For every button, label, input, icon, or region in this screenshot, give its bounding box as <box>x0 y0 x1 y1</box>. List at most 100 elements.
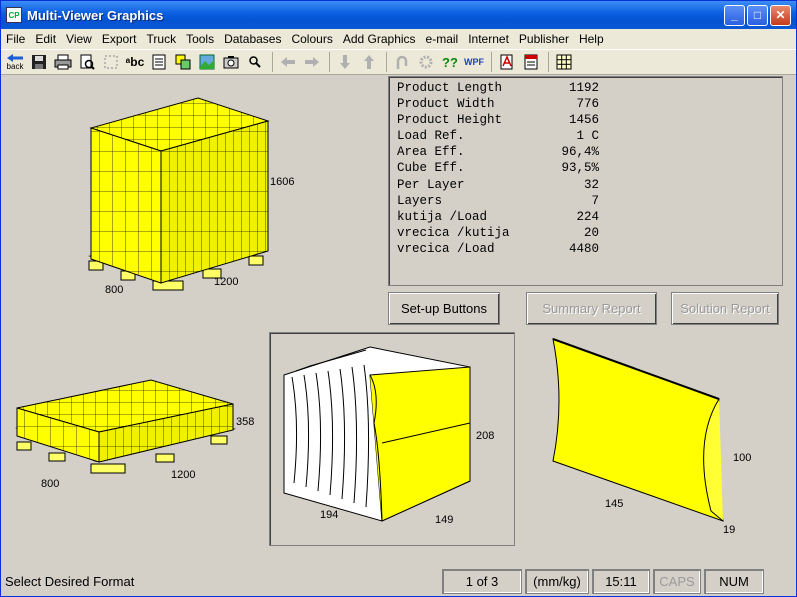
copy-boxes-icon <box>175 54 191 70</box>
title-bar[interactable]: CP Multi-Viewer Graphics _ □ ✕ <box>1 1 796 29</box>
menu-export[interactable]: Export <box>97 32 142 46</box>
case-contents-view[interactable]: 208 194 149 <box>269 332 515 546</box>
info-row: Product Width 776 <box>397 96 774 112</box>
status-message: Select Desired Format <box>5 574 135 589</box>
info-value: 224 <box>576 209 599 224</box>
info-label: Load Ref. <box>397 129 465 144</box>
rotate-button[interactable] <box>391 51 413 73</box>
status-caps: CAPS <box>653 569 701 594</box>
image-button[interactable] <box>196 51 218 73</box>
menu-add-graphics[interactable]: Add Graphics <box>338 32 421 46</box>
info-row: vrecica /kutija 20 <box>397 225 774 241</box>
print-button[interactable] <box>52 51 74 73</box>
arrow-down-icon <box>340 55 350 69</box>
info-row: Product Height 1456 <box>397 112 774 128</box>
toolbar-separator <box>329 52 330 72</box>
close-button[interactable]: ✕ <box>770 4 791 26</box>
layer-pallet-view[interactable]: 358 800 1200 <box>11 366 261 496</box>
layer-pallet-drawing: 358 800 1200 <box>15 379 254 490</box>
grid-icon <box>556 54 572 70</box>
info-label: Layers <box>397 193 443 208</box>
print-preview-icon <box>80 54 95 70</box>
back-button[interactable]: back <box>4 51 26 73</box>
full-pallet-drawing: 1606 800 1200 <box>88 97 294 296</box>
notepad-icon <box>152 54 166 70</box>
maximize-button[interactable]: □ <box>747 4 768 26</box>
app-icon[interactable]: CP <box>6 7 22 23</box>
picture-icon <box>199 54 215 70</box>
floppy-icon <box>32 55 46 69</box>
wpf-button[interactable]: WPF <box>463 51 485 73</box>
info-row: Area Eff. 96,4% <box>397 144 774 160</box>
menu-internet[interactable]: Internet <box>463 32 514 46</box>
zoom-button[interactable] <box>244 51 266 73</box>
rotate-icon <box>396 55 408 69</box>
menu-help[interactable]: Help <box>574 32 609 46</box>
info-value: 1192 <box>568 81 599 95</box>
solution-report-button[interactable]: Solution Report <box>671 292 779 325</box>
minimize-button[interactable]: _ <box>724 4 745 26</box>
layer-pallet-height-label: 358 <box>236 416 254 428</box>
case-contents-drawing: 208 194 149 <box>283 346 494 526</box>
info-value: 7 <box>591 193 599 208</box>
layer-pallet-length-label: 1200 <box>171 469 195 481</box>
bag-view[interactable]: 100 145 19 <box>543 331 773 541</box>
info-value: 93,5% <box>561 161 599 176</box>
arrow-left-icon <box>281 57 295 67</box>
info-value: 1456 <box>568 113 599 128</box>
camera-button[interactable] <box>220 51 242 73</box>
menu-colours[interactable]: Colours <box>286 32 337 46</box>
bag-drawing: 100 145 19 <box>552 338 751 536</box>
bag-length-label: 145 <box>605 498 623 510</box>
spelling-button[interactable]: ᵃbc <box>124 51 146 73</box>
settings-button[interactable] <box>415 51 437 73</box>
status-num: NUM <box>704 569 764 594</box>
menu-databases[interactable]: Databases <box>219 32 286 46</box>
arrow-left-button[interactable] <box>277 51 299 73</box>
menu-file[interactable]: File <box>1 32 30 46</box>
pdf-button[interactable] <box>496 51 518 73</box>
save-button[interactable] <box>28 51 50 73</box>
menu-truck[interactable]: Truck <box>142 32 182 46</box>
menu-view[interactable]: View <box>61 32 97 46</box>
info-row: kutija /Load 224 <box>397 209 774 225</box>
layout-grid-button[interactable] <box>553 51 575 73</box>
case-length-label: 194 <box>320 509 338 521</box>
setup-buttons-button[interactable]: Set-up Buttons <box>388 292 500 325</box>
info-row: Product Length 1192 <box>397 80 774 96</box>
print-preview-button[interactable] <box>76 51 98 73</box>
notes-button[interactable] <box>148 51 170 73</box>
help-button[interactable]: ?? <box>439 51 461 73</box>
camera-icon <box>223 56 239 69</box>
pdf-icon <box>500 54 513 70</box>
info-label: Cube Eff. <box>397 161 465 176</box>
grid-select-button[interactable] <box>100 51 122 73</box>
copy-button[interactable] <box>172 51 194 73</box>
full-pallet-height-label: 1606 <box>270 176 294 188</box>
arrow-right-button[interactable] <box>301 51 323 73</box>
arrow-right-icon <box>305 57 319 67</box>
info-value: 96,4% <box>561 145 599 160</box>
arrow-up-button[interactable] <box>358 51 380 73</box>
info-value: 20 <box>583 225 599 240</box>
report-button[interactable] <box>520 51 542 73</box>
menu-edit[interactable]: Edit <box>30 32 61 46</box>
menu-bar: File Edit View Export Truck Tools Databa… <box>1 29 796 49</box>
menu-email[interactable]: e-mail <box>421 32 464 46</box>
toolbar-separator <box>491 52 492 72</box>
toolbar-separator <box>548 52 549 72</box>
arrow-up-icon <box>364 55 374 69</box>
back-label: back <box>6 62 24 71</box>
case-height-label: 208 <box>476 430 494 442</box>
summary-report-button[interactable]: Summary Report <box>526 292 657 325</box>
full-pallet-length-label: 1200 <box>214 276 238 288</box>
info-row: Load Ref. 1 C <box>397 128 774 144</box>
menu-tools[interactable]: Tools <box>181 32 219 46</box>
full-pallet-depth-label: 800 <box>105 284 123 296</box>
info-label: Per Layer <box>397 177 465 192</box>
client-area: 1606 800 1200 Product Length 1192 Product… <box>3 76 794 566</box>
arrow-down-button[interactable] <box>334 51 356 73</box>
info-value: 32 <box>583 177 599 192</box>
full-pallet-view[interactable]: 1606 800 1200 <box>73 91 333 301</box>
menu-publisher[interactable]: Publisher <box>514 32 574 46</box>
